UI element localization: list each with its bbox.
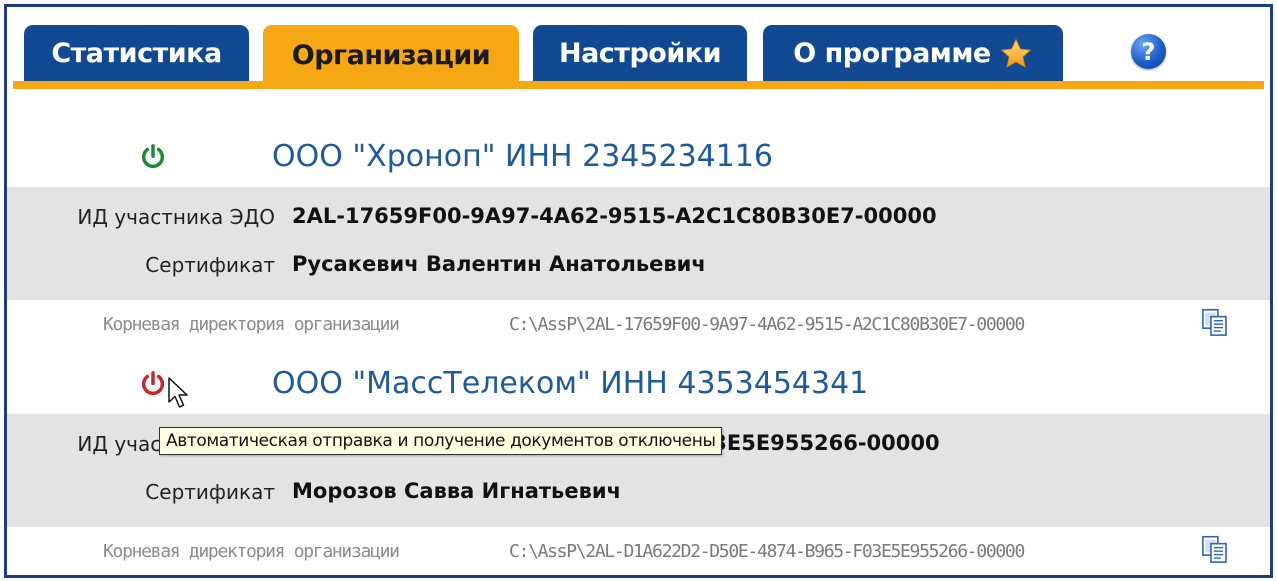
root-directory-label: Корневая директория организации: [103, 314, 400, 335]
organization-block: ООО "Хроноп" ИНН 2345234116 ИД участника…: [7, 129, 1270, 354]
tab-settings-label: Настройки: [558, 38, 722, 69]
certificate-value: Морозов Савва Игнатьевич: [292, 479, 621, 503]
mouse-cursor-icon: [168, 377, 188, 408]
edo-id-value: 2AL-17659F00-9A97-4A62-9515-A2C1C80B30E7…: [292, 204, 937, 228]
root-directory-row: Корневая директория организации C:\AssP\…: [7, 527, 1270, 575]
edo-id-label: ИД участника ЭДО: [77, 205, 275, 229]
organization-header: ООО "Хроноп" ИНН 2345234116: [7, 129, 1270, 187]
help-icon: ?: [1141, 37, 1156, 66]
organization-name[interactable]: ООО "МассТелеком" ИНН 4353454341: [272, 366, 868, 401]
help-button[interactable]: ?: [1131, 34, 1166, 69]
tab-settings[interactable]: Настройки: [533, 25, 747, 82]
tab-about-label: О программе: [793, 38, 991, 69]
certificate-label: Сертификат: [145, 253, 275, 277]
tab-underline: [13, 81, 1264, 89]
organization-header: ООО "МассТелеком" ИНН 4353454341: [7, 356, 1270, 414]
tab-statistics[interactable]: Статистика: [24, 25, 249, 82]
power-on-icon[interactable]: [139, 143, 167, 171]
tab-organizations[interactable]: Организации: [263, 25, 519, 85]
certificate-value: Русакевич Валентин Анатольевич: [292, 252, 706, 276]
root-directory-label: Корневая директория организации: [103, 541, 400, 562]
tooltip: Автоматическая отправка и получение доку…: [159, 427, 723, 455]
certificate-label: Сертификат: [145, 480, 275, 504]
root-directory-path: C:\AssP\2AL-17659F00-9A97-4A62-9515-A2C1…: [509, 314, 1025, 335]
copy-icon[interactable]: [1201, 308, 1229, 338]
tab-organizations-label: Организации: [291, 39, 491, 71]
tab-statistics-label: Статистика: [51, 38, 222, 69]
tab-about[interactable]: О программе: [763, 25, 1063, 82]
star-icon: [1000, 38, 1032, 68]
power-off-icon[interactable]: [139, 370, 167, 398]
root-directory-path: C:\AssP\2AL-D1A622D2-D50E-4874-B965-F03E…: [509, 541, 1025, 562]
copy-icon[interactable]: [1201, 535, 1229, 565]
root-directory-row: Корневая директория организации C:\AssP\…: [7, 300, 1270, 354]
tab-bar: Статистика Организации Настройки О прогр…: [7, 7, 1270, 91]
organization-details: ИД участника ЭДО 2AL-17659F00-9A97-4A62-…: [7, 187, 1270, 300]
organization-name[interactable]: ООО "Хроноп" ИНН 2345234116: [272, 139, 773, 174]
main-window: Статистика Организации Настройки О прогр…: [4, 4, 1273, 578]
organization-block: ООО "МассТелеком" ИНН 4353454341 ИД учас…: [7, 356, 1270, 575]
